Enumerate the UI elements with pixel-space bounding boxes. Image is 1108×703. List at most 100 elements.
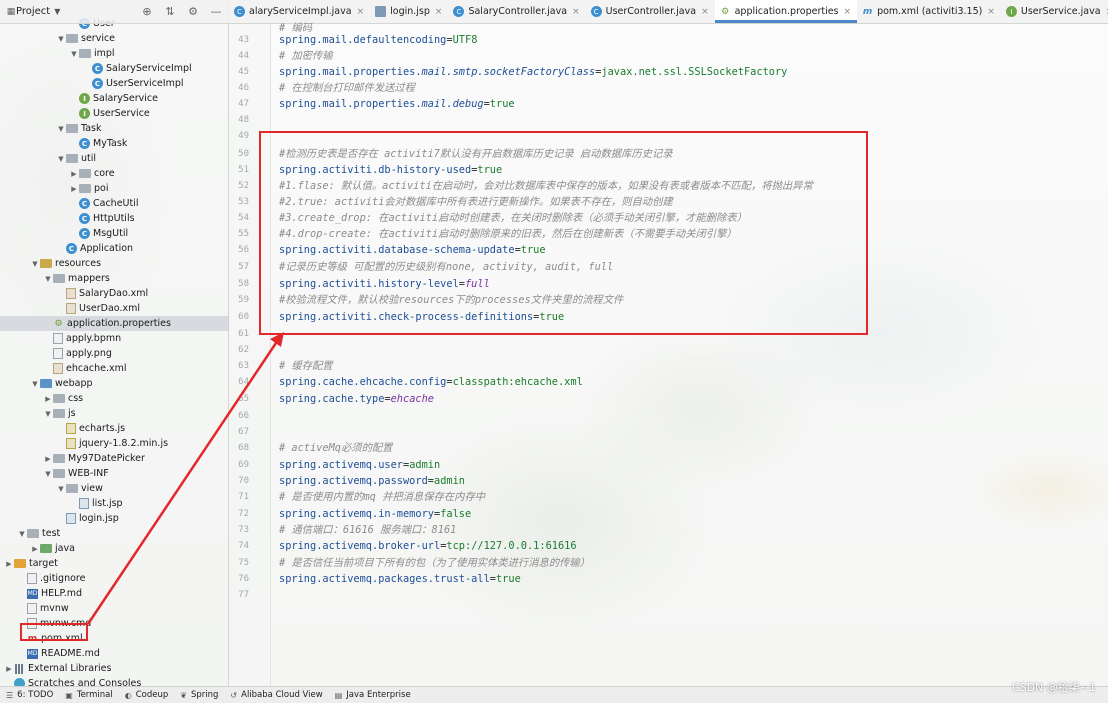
code-line[interactable]: #1.flase: 默认值。activiti在启动时，会对比数据库表中保存的版本… [279,178,813,194]
code-line[interactable]: spring.activemq.password=admin [279,473,465,489]
hide-icon[interactable]: — [209,4,223,18]
chevron-down-icon[interactable]: ▼ [56,155,66,163]
chevron-down-icon[interactable]: ▼ [17,530,27,538]
tree-item[interactable]: ▶ External Libraries [0,661,229,676]
tree-item[interactable]: MD HELP.md [0,586,229,601]
code-line[interactable]: #4.drop-create: 在activiti启动时删除原来的旧表，然后在创… [279,226,737,242]
chevron-down-icon[interactable]: ▼ [56,35,66,43]
code-line[interactable]: spring.mail.properties.mail.smtp.socketF… [279,64,787,80]
tool-window-button[interactable]: ☰ 6: TODO [6,690,53,700]
tree-item[interactable]: mvnw [0,601,229,616]
tree-item[interactable]: C MyTask [0,136,229,151]
tool-window-button[interactable]: ◐ Codeup [125,690,169,700]
tree-item[interactable]: I SalaryService [0,91,229,106]
chevron-down-icon[interactable]: ▼ [43,410,53,418]
close-icon[interactable]: × [987,7,995,17]
chevron-right-icon[interactable]: ▶ [69,170,79,178]
close-icon[interactable]: × [357,7,365,17]
tree-item[interactable]: I UserService [0,106,229,121]
code-line[interactable]: #2.true: activiti会对数据库中所有表进行更新操作。如果表不存在，… [279,194,673,210]
tree-item[interactable]: ▶ poi [0,181,229,196]
chevron-down-icon[interactable]: ▼ [56,485,66,493]
tree-item[interactable]: ▼ resources [0,256,229,271]
tree-item[interactable]: ▼ impl [0,46,229,61]
editor-tab[interactable]: C UserController.java × [586,0,715,23]
editor-tab[interactable]: IUserService.java× [1001,0,1108,23]
tree-item[interactable]: ▶ My97DatePicker [0,451,229,466]
chevron-right-icon[interactable]: ▶ [4,665,14,673]
code-line[interactable]: spring.cache.type=ehcache [279,391,434,407]
tree-item[interactable]: ▶ target [0,556,229,571]
close-icon[interactable]: × [844,7,852,17]
tree-item[interactable]: ▼ WEB-INF [0,466,229,481]
tree-item[interactable]: C CacheUtil [0,196,229,211]
tree-item[interactable]: ▶ css [0,391,229,406]
tool-window-button[interactable]: ▣ Terminal [65,690,112,700]
tree-item[interactable]: list.jsp [0,496,229,511]
tree-item[interactable]: C Application [0,241,229,256]
editor-tab[interactable]: ⚙ application.properties × [714,0,858,23]
code-line[interactable]: spring.activemq.broker-url=tcp://127.0.0… [279,538,577,554]
close-icon[interactable]: × [701,7,709,17]
tree-item[interactable]: SalaryDao.xml [0,286,229,301]
tree-item[interactable]: ehcache.xml [0,361,229,376]
code-line[interactable]: spring.mail.properties.mail.debug=true [279,96,515,112]
code-line[interactable]: spring.activiti.check-process-definition… [279,309,564,325]
tree-item[interactable]: jquery-1.8.2.min.js [0,436,229,451]
tree-item[interactable]: C SalaryServiceImpl [0,61,229,76]
tree-item[interactable]: ▼ test [0,526,229,541]
code-line[interactable]: spring.activiti.db-history-used=true [279,162,502,178]
tool-window-button[interactable]: ❦ Spring [180,690,218,700]
code-line[interactable]: # 缓存配置 [279,358,333,374]
code-line[interactable]: spring.cache.ehcache.config=classpath:eh… [279,374,583,390]
chevron-down-icon[interactable]: ▼ [30,260,40,268]
code-editor[interactable]: # 编码 43 spring.mail.defaultencoding=UTF8 44… [229,22,1108,686]
code-line[interactable]: spring.activemq.user=admin [279,457,440,473]
tree-item[interactable]: ▼ view [0,481,229,496]
code-line[interactable]: #记录历史等级 可配置的历史级别有none, activity, audit, … [279,259,613,275]
tree-item[interactable]: login.jsp [0,511,229,526]
locate-icon[interactable]: ⊕ [140,4,154,18]
tree-item[interactable]: ▼ util [0,151,229,166]
tree-item[interactable]: ▼ service [0,31,229,46]
code-line[interactable]: #检测历史表是否存在 activiti7默认没有开启数据库历史记录 启动数据库历… [279,146,673,162]
tree-item[interactable]: ▼ Task [0,121,229,136]
chevron-right-icon[interactable]: ▶ [43,455,53,463]
tree-item[interactable]: MD README.md [0,646,229,661]
code-line[interactable]: spring.activemq.packages.trust-all=true [279,571,521,587]
code-line[interactable]: spring.mail.defaultencoding=UTF8 [279,32,477,48]
tree-item[interactable]: ▼ js [0,406,229,421]
code-line[interactable]: # 通信端口：61616 服务端口：8161 [279,522,456,538]
code-line[interactable]: spring.activemq.in-memory=false [279,506,471,522]
chevron-down-icon[interactable]: ▼ [56,125,66,133]
tree-item[interactable]: ▶ java [0,541,229,556]
chevron-right-icon[interactable]: ▶ [4,560,14,568]
code-line[interactable]: spring.activiti.history-level=full [279,276,490,292]
tree-item[interactable]: ▼ mappers [0,271,229,286]
tree-item[interactable]: C MsgUtil [0,226,229,241]
code-line[interactable]: # 是否信任当前项目下所有的包（为了使用实体类进行消息的传输） [279,555,590,571]
tree-item[interactable]: apply.bpmn [0,331,229,346]
code-line[interactable]: # activeMq必须的配置 [279,440,392,456]
tree-item[interactable]: ▶ core [0,166,229,181]
tree-item[interactable]: C UserServiceImpl [0,76,229,91]
chevron-down-icon[interactable]: ▼ [30,380,40,388]
tool-window-button[interactable]: ▤ Java Enterprise [335,690,411,700]
chevron-right-icon[interactable]: ▶ [43,395,53,403]
project-panel-title[interactable]: Project [16,6,50,17]
tree-item[interactable]: .gitignore [0,571,229,586]
chevron-down-icon[interactable]: ▼ [69,50,79,58]
gear-icon[interactable]: ⚙ [186,4,200,18]
code-line[interactable]: spring.activiti.database-schema-update=t… [279,242,546,258]
tree-item[interactable]: ⚙ application.properties [0,316,229,331]
tree-item[interactable]: echarts.js [0,421,229,436]
close-icon[interactable]: × [572,7,580,17]
editor-tab[interactable]: C SalaryController.java × [448,0,585,23]
tree-item[interactable]: apply.png [0,346,229,361]
chevron-right-icon[interactable]: ▶ [30,545,40,553]
tool-window-button[interactable]: ↺ Alibaba Cloud View [230,690,322,700]
collapse-all-icon[interactable]: ⇅ [163,4,177,18]
tree-item[interactable]: C HttpUtils [0,211,229,226]
chevron-down-icon[interactable]: ▼ [43,275,53,283]
code-line[interactable]: # 在控制台打印邮件发送过程 [279,80,415,96]
